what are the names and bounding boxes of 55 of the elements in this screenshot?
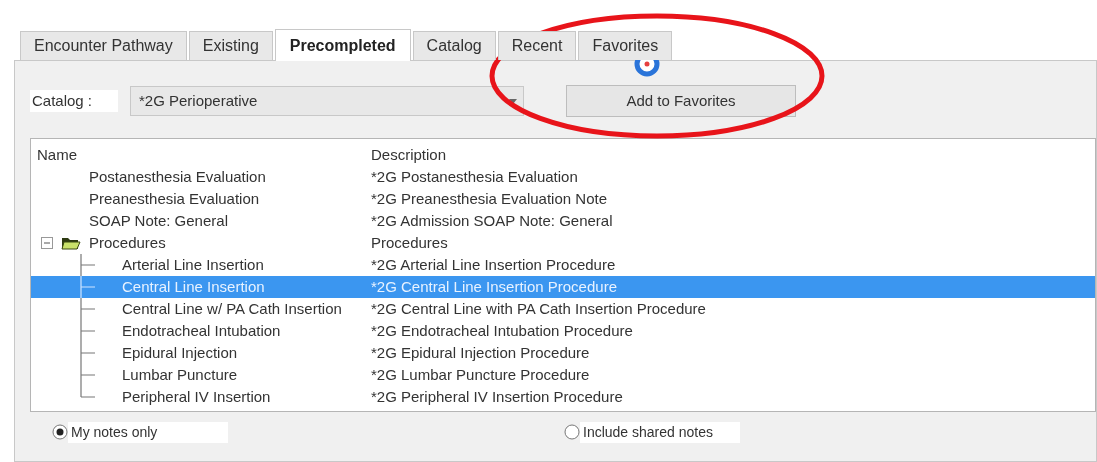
note-description: *2G Postanesthesia Evaluation bbox=[371, 166, 578, 187]
tab[interactable]: Precompleted bbox=[274, 29, 411, 61]
note-name: Peripheral IV Insertion bbox=[122, 386, 271, 407]
radio-label: Include shared notes bbox=[580, 421, 740, 443]
list-row[interactable]: Peripheral IV Insertion *2G Peripheral IV Insertion Procedure bbox=[31, 386, 1095, 408]
list-row[interactable]: Preanesthesia Evaluation *2G Preanesthesia Evaluation Note bbox=[31, 188, 1095, 210]
tree-line-icon bbox=[80, 276, 96, 298]
note-name: Epidural Injection bbox=[122, 342, 238, 363]
note-description: *2G Central Line with PA Cath Insertion Procedure bbox=[371, 298, 706, 319]
collapse-icon[interactable] bbox=[41, 237, 53, 249]
note-description: *2G Arterial Line Insertion Procedure bbox=[371, 254, 616, 275]
list-row[interactable]: Postanesthesia Evaluation *2G Postanesthesia Evaluation bbox=[31, 166, 1095, 188]
list-row[interactable]: SOAP Note: General *2G Admission SOAP Note: General bbox=[31, 210, 1095, 232]
tab[interactable]: Favorites bbox=[578, 31, 673, 60]
list-row[interactable]: Procedures Procedures bbox=[31, 232, 1095, 254]
note-description: *2G Preanesthesia Evaluation Note bbox=[371, 188, 607, 209]
note-name: Arterial Line Insertion bbox=[122, 254, 264, 275]
tree-line-icon bbox=[80, 298, 96, 320]
note-description: *2G Central Line Insertion Procedure bbox=[371, 276, 617, 297]
note-name: SOAP Note: General bbox=[89, 210, 228, 231]
note-name: Central Line w/ PA Cath Insertion bbox=[122, 298, 342, 319]
list-row[interactable]: Central Line w/ PA Cath Insertion *2G Central Line with PA Cath Insertion Procedure bbox=[31, 298, 1095, 320]
note-name: Endotracheal Intubation bbox=[122, 320, 281, 341]
add-to-favorites-button[interactable]: Add to Favorites bbox=[566, 85, 796, 117]
note-description: *2G Admission SOAP Note: General bbox=[371, 210, 613, 231]
radio-button[interactable] bbox=[564, 424, 580, 440]
note-description: *2G Epidural Injection Procedure bbox=[371, 342, 590, 363]
note-description: *2G Lumbar Puncture Procedure bbox=[371, 364, 590, 385]
catalog-label: Catalog : bbox=[30, 89, 118, 113]
list-row[interactable]: Lumbar Puncture *2G Lumbar Puncture Procedure bbox=[31, 364, 1095, 386]
note-name: Central Line Insertion bbox=[122, 276, 265, 297]
tree-line-icon bbox=[80, 254, 96, 276]
tree-line-icon bbox=[80, 320, 96, 342]
radio-button[interactable] bbox=[52, 424, 68, 440]
tab[interactable]: Encounter Pathway bbox=[20, 31, 187, 60]
dropdown-caret-icon bbox=[509, 98, 517, 104]
column-header: Name bbox=[36, 144, 78, 165]
note-name: Lumbar Puncture bbox=[122, 364, 238, 385]
list-row[interactable]: Arterial Line Insertion *2G Arterial Line Insertion Procedure bbox=[31, 254, 1095, 276]
tab[interactable]: Recent bbox=[497, 31, 577, 60]
list-row[interactable]: Epidural Injection *2G Epidural Injection Procedure bbox=[31, 342, 1095, 364]
note-description: *2G Endotracheal Intubation Procedure bbox=[371, 320, 633, 341]
note-description: *2G Peripheral IV Insertion Procedure bbox=[371, 386, 623, 407]
tab[interactable]: Existing bbox=[188, 31, 273, 60]
column-header: Description bbox=[371, 144, 447, 165]
note-name: Preanesthesia Evaluation bbox=[89, 188, 260, 209]
tab[interactable]: Catalog bbox=[412, 31, 496, 60]
radio-label: My notes only bbox=[68, 421, 228, 443]
catalog-dropdown[interactable]: *2G Perioperative bbox=[130, 86, 524, 116]
folder-icon bbox=[61, 235, 81, 251]
note-name: Postanesthesia Evaluation bbox=[89, 166, 266, 187]
note-description: Procedures bbox=[371, 232, 448, 253]
note-name: Procedures bbox=[89, 232, 166, 253]
list-row[interactable]: Endotracheal Intubation *2G Endotracheal Intubation Procedure bbox=[31, 320, 1095, 342]
tree-line-icon bbox=[80, 342, 96, 364]
